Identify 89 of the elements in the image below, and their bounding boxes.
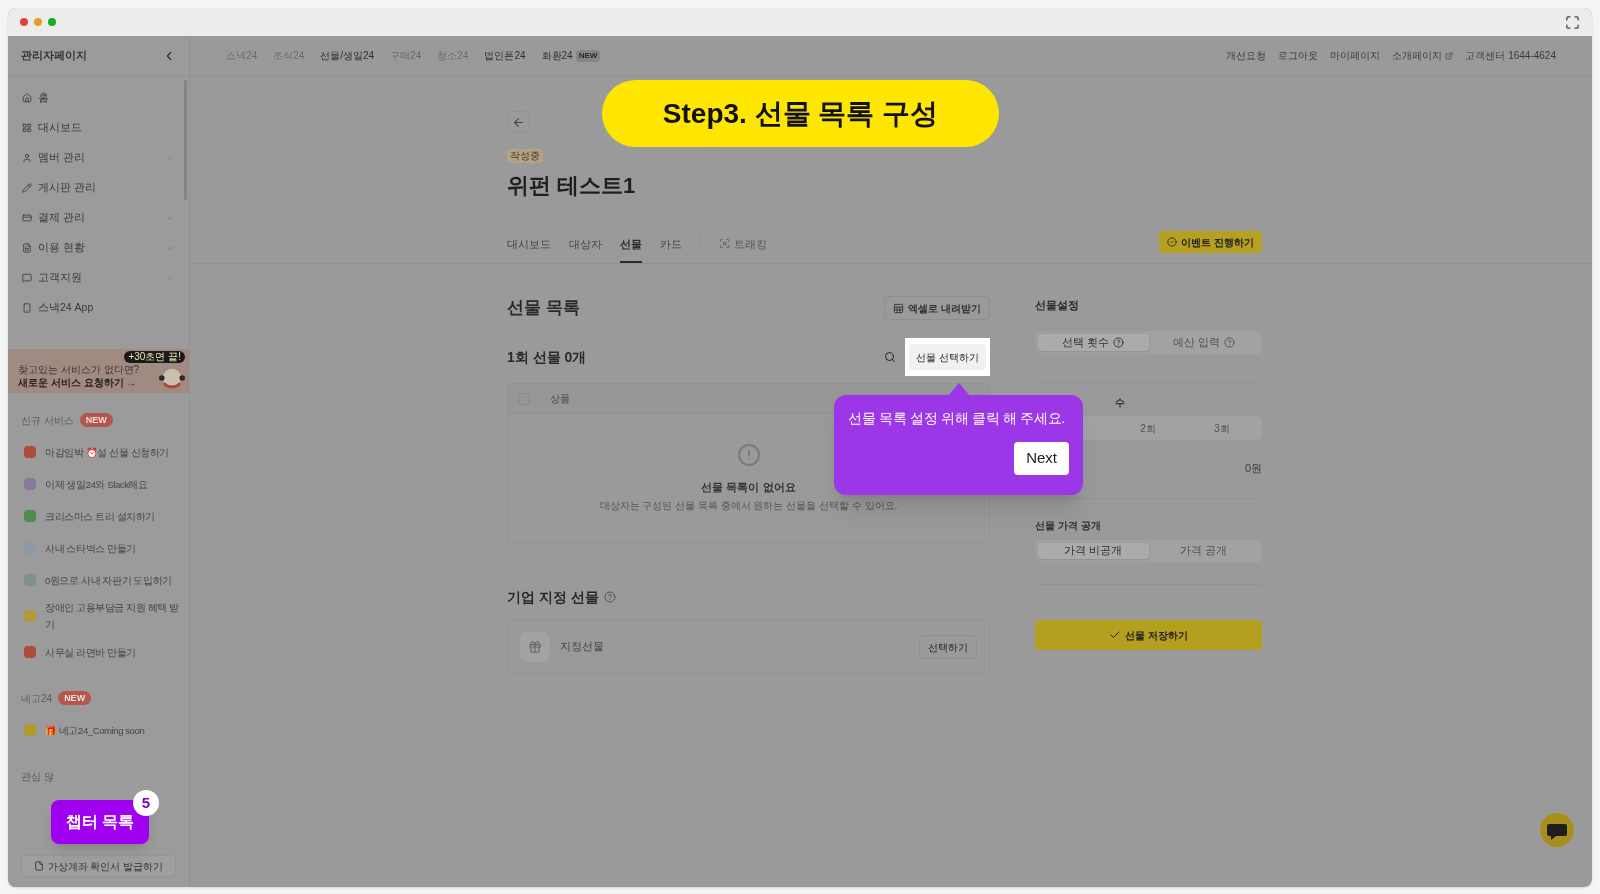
section-title: 신규 서비스: [21, 413, 74, 428]
user-icon: [22, 153, 32, 163]
field-label: 선물 가격 공개: [1035, 519, 1102, 533]
external-link-icon: [1445, 51, 1454, 60]
chat-icon: [22, 273, 32, 283]
segment-option[interactable]: 가격 비공개: [1038, 543, 1149, 559]
status-badge: 작성중: [507, 149, 543, 163]
check-circle-icon: [1167, 237, 1178, 247]
tracking-icon: [719, 238, 730, 249]
phone-icon: [22, 303, 32, 313]
sidebar-item[interactable]: 게시판 관리: [8, 173, 189, 203]
sidebar-item[interactable]: 홈: [8, 83, 189, 113]
service-item[interactable]: 🎁 네고24_Coming soon: [18, 714, 179, 746]
event-tab[interactable]: 선물: [620, 233, 642, 263]
section-heading: 선물 목록: [507, 297, 580, 320]
header-link[interactable]: 고객센터 1644-4624: [1465, 48, 1556, 63]
home-icon: [22, 93, 32, 103]
round-heading: 1회 선물 0개: [507, 347, 588, 367]
service-tab[interactable]: 선물/생일24: [320, 48, 375, 63]
banner-caption: 찾고있는 서비스가 없다면?: [18, 364, 140, 376]
service-tab[interactable]: 법인폰24: [484, 48, 526, 63]
sidebar-item[interactable]: 결제 관리: [8, 203, 189, 233]
event-tab[interactable]: 카드: [660, 233, 682, 263]
back-icon: [511, 115, 525, 129]
header-link[interactable]: 로그아웃: [1278, 48, 1319, 63]
gift-name: 지정선물: [560, 639, 605, 655]
document-icon: [22, 243, 32, 253]
header-link[interactable]: 소개페이지: [1392, 48, 1454, 63]
segment-option[interactable]: 선택 횟수: [1038, 334, 1149, 351]
service-item[interactable]: 이제 생일24와 Slack해요: [18, 468, 179, 500]
excel-download-button[interactable]: 엑셀로 내려받기: [884, 296, 990, 320]
section-heading: 기업 지정 선물: [507, 587, 599, 607]
event-title: 위펀 테스트1: [507, 172, 637, 200]
service-item[interactable]: 0원으로 사내 자판기 도입하기: [18, 564, 179, 596]
sidebar-item[interactable]: 멤버 관리: [8, 143, 189, 173]
empty-title: 선물 목록이 없어요: [701, 480, 796, 494]
help-icon: [1113, 337, 1125, 348]
segment-option[interactable]: 예산 입력: [1148, 334, 1259, 351]
event-tab[interactable]: 대시보드: [507, 233, 551, 263]
alert-icon: [736, 443, 761, 467]
sidebar-title: 관리자페이지: [21, 48, 87, 64]
new-badge: NEW: [58, 691, 92, 705]
fullscreen-icon[interactable]: [1565, 14, 1580, 30]
field-label: 수: [1115, 396, 1126, 410]
next-button[interactable]: Next: [1014, 442, 1069, 475]
banner-link[interactable]: 새로운 서비스 요청하기 →: [18, 376, 140, 390]
grid-icon: [22, 123, 32, 133]
spreadsheet-icon: [893, 302, 905, 314]
sidebar-item[interactable]: 고객지원: [8, 263, 189, 293]
new-badge: NEW: [79, 413, 113, 427]
help-icon: [1223, 337, 1235, 348]
choose-button[interactable]: 선택하기: [919, 635, 977, 659]
check-icon: [1109, 629, 1122, 641]
help-icon: [603, 591, 616, 603]
sidebar-item[interactable]: 스낵24 App: [8, 293, 189, 323]
mascot-drawing: [159, 366, 185, 390]
speech-bubble: +30초면 끝!: [124, 351, 185, 363]
card-icon: [22, 213, 32, 223]
back-button[interactable]: [507, 111, 529, 133]
column-header: 상품: [550, 392, 570, 406]
step-banner: Step3. 선물 목록 구성: [602, 80, 999, 147]
sidebar-item[interactable]: 대시보드: [8, 113, 189, 143]
section-title: 네고24: [21, 691, 53, 706]
segment-option[interactable]: 2회: [1111, 419, 1185, 437]
chat-icon[interactable]: [1540, 813, 1574, 847]
service-item[interactable]: 마감임박 ⏰설 선물 신청하기: [18, 436, 179, 468]
gift-icon: [528, 640, 542, 654]
service-item[interactable]: 장애인 고용부담금 지원 혜택 받기: [18, 596, 179, 636]
settings-title: 선물설정: [1035, 298, 1080, 313]
event-tab[interactable]: 대상자: [569, 233, 602, 263]
section-title: 관심 많: [21, 769, 54, 784]
service-item[interactable]: 사내 스타벅스 만들기: [18, 532, 179, 564]
search-icon: [884, 351, 897, 363]
service-item[interactable]: 사무실 라면바 만들기: [18, 636, 179, 668]
document-icon: [33, 861, 44, 871]
header-link[interactable]: 개선요청: [1226, 48, 1267, 63]
pencil-icon: [22, 183, 32, 193]
header-link[interactable]: 마이페이지: [1330, 48, 1381, 63]
segment-option[interactable]: 가격 공개: [1148, 543, 1259, 559]
tooltip-text: 선물 목록 설정 위해 클릭 해 주세요.: [848, 409, 1066, 428]
select-gift-button[interactable]: 선물 선택하기: [909, 344, 986, 370]
certificate-button[interactable]: 가상계좌 확인서 발급하기: [21, 855, 176, 877]
service-tab[interactable]: 화환24 NEW: [541, 48, 601, 63]
start-event-button[interactable]: 이벤트 진행하기: [1159, 231, 1262, 253]
amount-value: 0원: [1244, 461, 1262, 475]
segment-option[interactable]: 3회: [1185, 419, 1259, 437]
save-gift-button[interactable]: 선물 저장하기: [1035, 620, 1262, 650]
sidebar-item[interactable]: 이용 현황: [8, 233, 189, 263]
service-item[interactable]: 크리스마스 트리 설치하기: [18, 500, 179, 532]
